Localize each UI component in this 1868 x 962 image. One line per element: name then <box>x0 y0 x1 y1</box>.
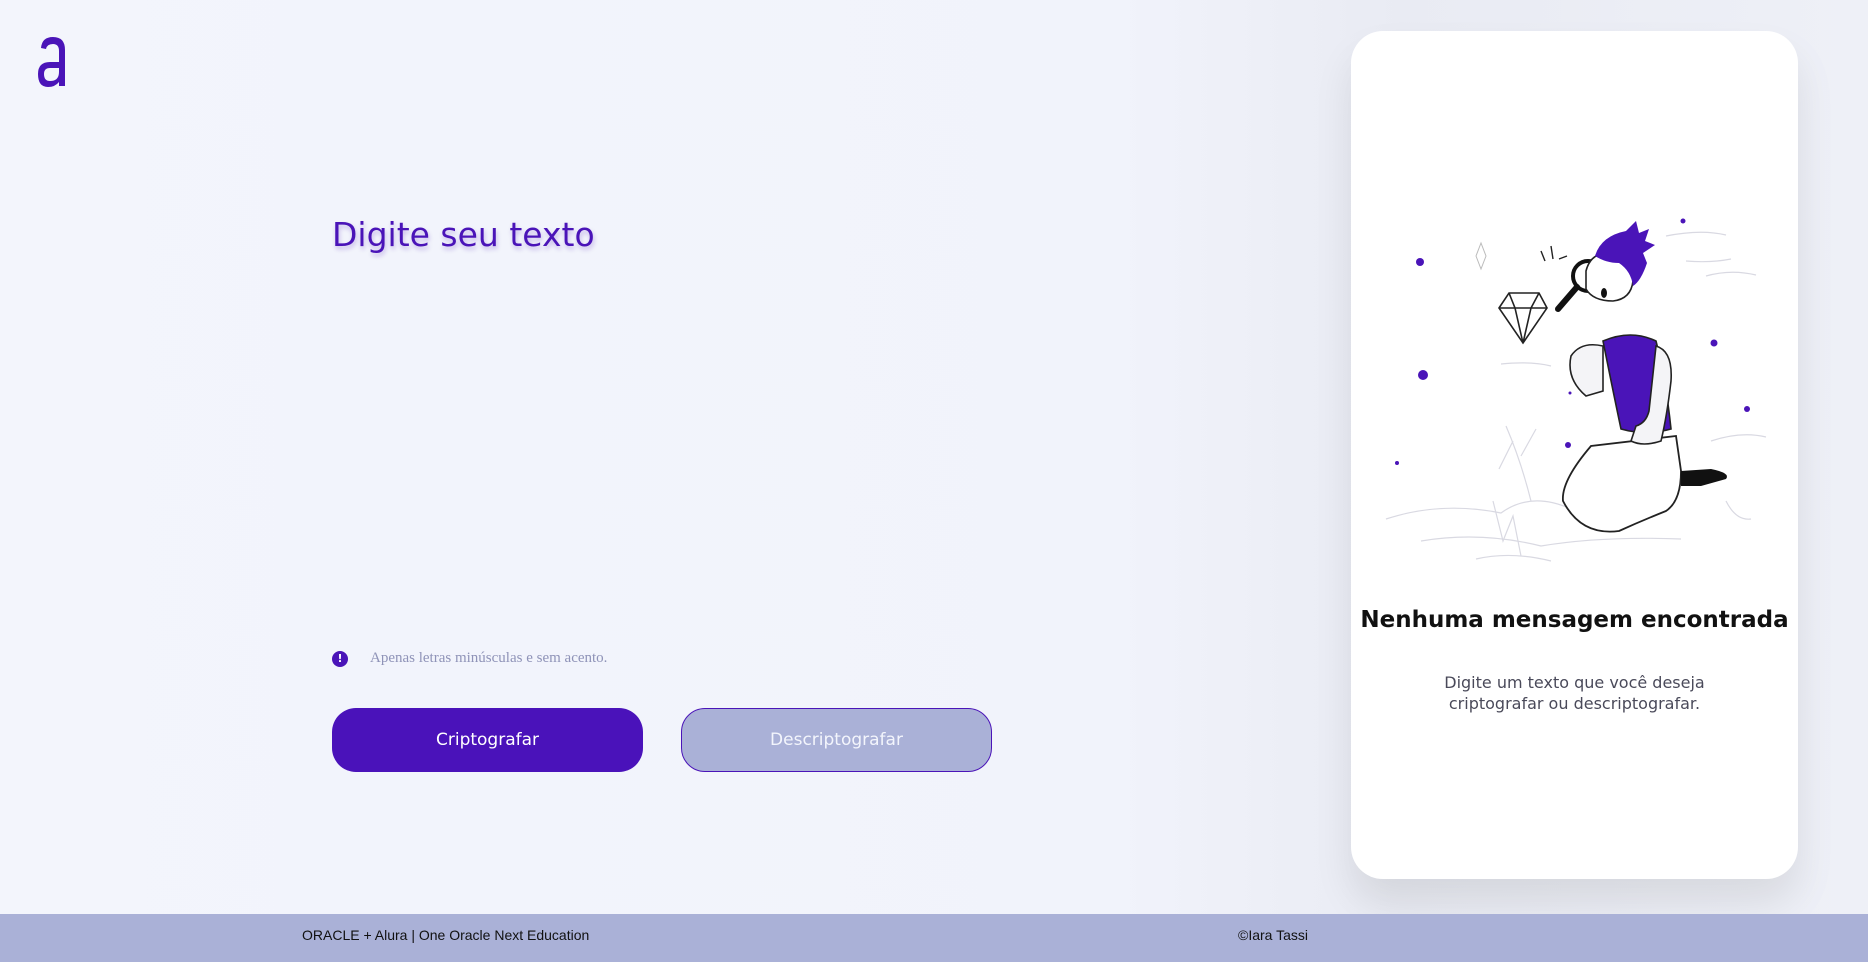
empty-state-description: Digite um texto que você deseja criptogr… <box>1444 673 1705 713</box>
footer: ORACLE + Alura | One Oracle Next Educati… <box>0 914 1868 962</box>
footer-credits: ORACLE + Alura | One Oracle Next Educati… <box>302 927 590 943</box>
input-hint: ! Apenas letras minúsculas e sem acento. <box>332 650 607 667</box>
output-panel: Nenhuma mensagem encontrada Digite um te… <box>1351 31 1798 879</box>
input-placeholder-heading: Digite seu texto <box>332 215 595 254</box>
decrypt-button[interactable]: Descriptografar <box>681 708 992 772</box>
encrypt-button[interactable]: Criptografar <box>332 708 643 772</box>
message-text-input[interactable] <box>332 270 996 624</box>
alura-logo-icon[interactable] <box>36 36 70 90</box>
main-area: Digite seu texto ! Apenas letras minúscu… <box>0 0 1868 914</box>
person-with-magnifying-glass-illustration <box>1385 218 1767 562</box>
exclamation-circle-icon: ! <box>332 650 348 667</box>
hint-text: Apenas letras minúsculas e sem acento. <box>370 650 608 666</box>
empty-state-title: Nenhuma mensagem encontrada <box>1360 607 1789 633</box>
footer-copyright: ©Iara Tassi <box>1238 927 1308 943</box>
